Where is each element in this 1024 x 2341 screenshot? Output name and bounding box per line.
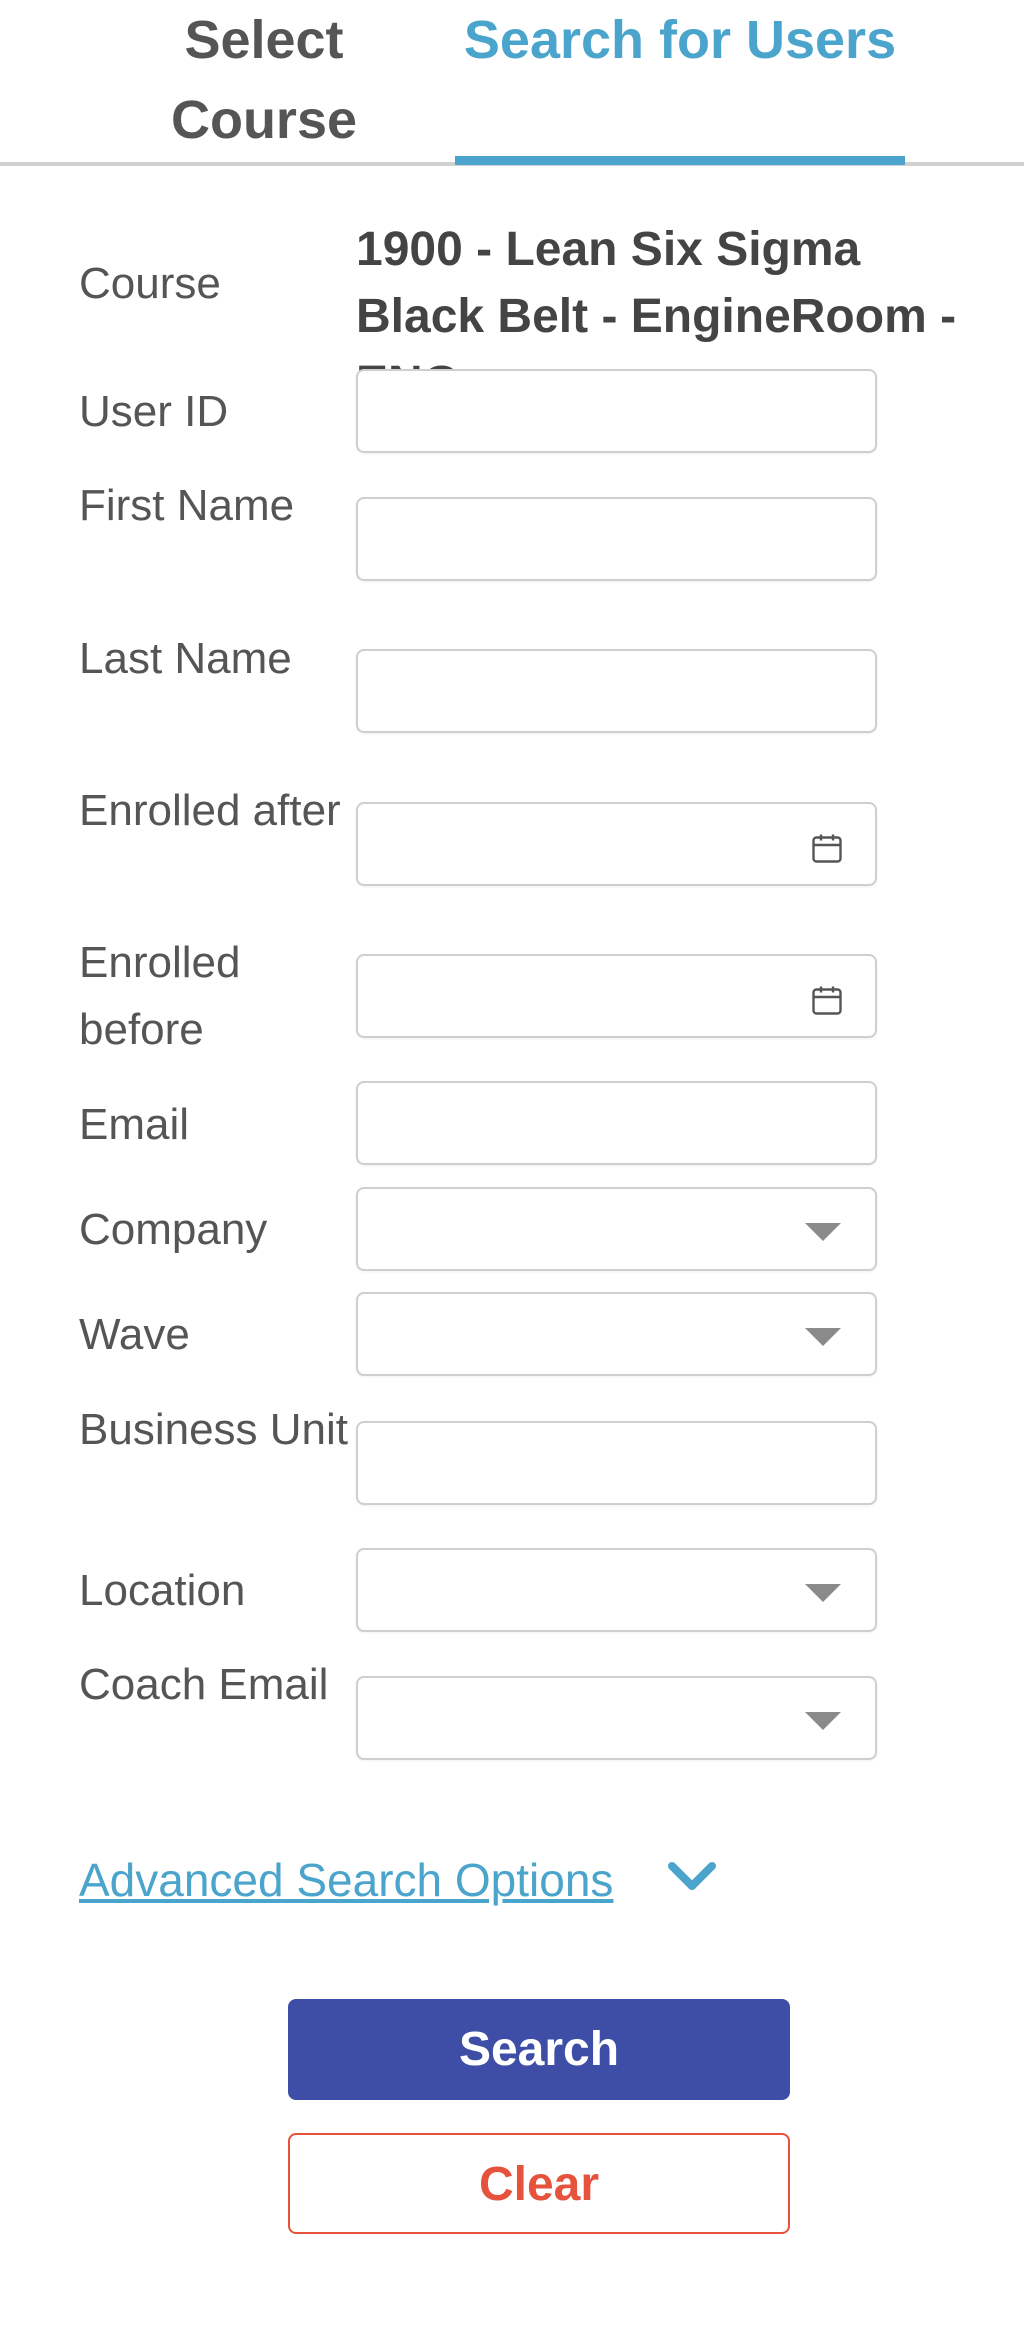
last-name-input[interactable] <box>358 651 875 731</box>
email-input[interactable] <box>358 1083 875 1163</box>
wave-select[interactable] <box>356 1292 877 1376</box>
company-select[interactable] <box>356 1187 877 1271</box>
enrolled-before-input[interactable] <box>358 956 875 1036</box>
first-name-input[interactable] <box>358 499 875 579</box>
tab-bar: Select Course Search for Users <box>0 0 1024 166</box>
calendar-icon[interactable] <box>809 830 845 866</box>
user-id-field[interactable] <box>356 369 877 453</box>
wave-label: Wave <box>79 1310 190 1359</box>
email-field[interactable] <box>356 1081 877 1165</box>
last-name-field[interactable] <box>356 649 877 733</box>
calendar-icon[interactable] <box>809 982 845 1018</box>
advanced-search-link[interactable]: Advanced Search Options <box>79 1845 613 1915</box>
coach-email-label: Coach Email <box>79 1660 329 1709</box>
chevron-down-icon[interactable] <box>805 1584 841 1602</box>
enrolled-after-label: Enrolled after <box>79 786 341 835</box>
user-id-label: User ID <box>79 387 229 436</box>
tab-search-users[interactable]: Search for Users <box>455 0 905 165</box>
chevron-down-icon[interactable] <box>805 1223 841 1241</box>
coach-email-select[interactable] <box>356 1676 877 1760</box>
business-unit-field[interactable] <box>356 1421 877 1505</box>
enrolled-before-field[interactable] <box>356 954 877 1038</box>
chevron-down-icon[interactable] <box>805 1712 841 1730</box>
business-unit-input[interactable] <box>358 1423 875 1503</box>
chevron-down-icon[interactable] <box>805 1328 841 1346</box>
last-name-label: Last Name <box>79 634 292 683</box>
company-label: Company <box>79 1205 268 1254</box>
location-label: Location <box>79 1566 246 1615</box>
user-id-input[interactable] <box>358 371 875 451</box>
chevron-down-icon[interactable] <box>664 1856 720 1896</box>
email-label: Email <box>79 1100 190 1149</box>
first-name-label: First Name <box>79 481 295 530</box>
course-label: Course <box>79 259 221 308</box>
first-name-field[interactable] <box>356 497 877 581</box>
business-unit-label: Business Unit <box>79 1405 349 1454</box>
location-select[interactable] <box>356 1548 877 1632</box>
enrolled-after-field[interactable] <box>356 802 877 886</box>
enrolled-after-input[interactable] <box>358 804 875 884</box>
enrolled-before-label: Enrolled before <box>79 938 241 1054</box>
tab-select-course[interactable]: Select Course <box>142 0 386 160</box>
clear-button[interactable]: Clear <box>288 2133 790 2234</box>
search-button[interactable]: Search <box>288 1999 790 2100</box>
